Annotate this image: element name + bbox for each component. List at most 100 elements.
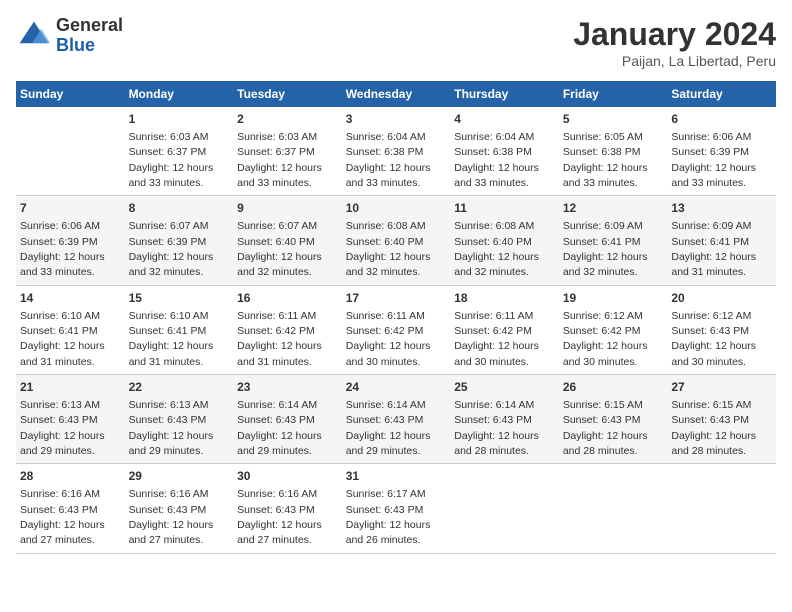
sunrise-text: Sunrise: 6:10 AM: [129, 310, 209, 322]
calendar-cell: 7 Sunrise: 6:06 AM Sunset: 6:39 PM Dayli…: [16, 196, 125, 285]
day-number: 16: [237, 290, 338, 307]
day-number: 19: [563, 290, 664, 307]
sunset-text: Sunset: 6:41 PM: [563, 236, 641, 248]
day-number: 31: [346, 468, 447, 485]
sunrise-text: Sunrise: 6:06 AM: [20, 220, 100, 232]
daylight-text: Daylight: 12 hours and 33 minutes.: [671, 162, 756, 189]
calendar-week-row: 21 Sunrise: 6:13 AM Sunset: 6:43 PM Dayl…: [16, 375, 776, 464]
daylight-text: Daylight: 12 hours and 33 minutes.: [563, 162, 648, 189]
daylight-text: Daylight: 12 hours and 28 minutes.: [671, 430, 756, 457]
logo: GeneralBlue: [16, 16, 123, 56]
logo-icon: [16, 18, 52, 54]
calendar-cell: [667, 464, 776, 553]
calendar-title: January 2024: [573, 16, 776, 53]
sunrise-text: Sunrise: 6:17 AM: [346, 488, 426, 500]
sunrise-text: Sunrise: 6:07 AM: [237, 220, 317, 232]
calendar-cell: 16 Sunrise: 6:11 AM Sunset: 6:42 PM Dayl…: [233, 285, 342, 374]
sunrise-text: Sunrise: 6:04 AM: [454, 131, 534, 143]
weekday-header-wednesday: Wednesday: [342, 81, 451, 107]
calendar-cell: 30 Sunrise: 6:16 AM Sunset: 6:43 PM Dayl…: [233, 464, 342, 553]
calendar-cell: 18 Sunrise: 6:11 AM Sunset: 6:42 PM Dayl…: [450, 285, 559, 374]
daylight-text: Daylight: 12 hours and 33 minutes.: [129, 162, 214, 189]
sunset-text: Sunset: 6:43 PM: [454, 414, 532, 426]
daylight-text: Daylight: 12 hours and 32 minutes.: [237, 251, 322, 278]
calendar-subtitle: Paijan, La Libertad, Peru: [573, 53, 776, 69]
sunrise-text: Sunrise: 6:03 AM: [237, 131, 317, 143]
day-number: 30: [237, 468, 338, 485]
calendar-cell: 1 Sunrise: 6:03 AM Sunset: 6:37 PM Dayli…: [125, 107, 234, 196]
calendar-week-row: 14 Sunrise: 6:10 AM Sunset: 6:41 PM Dayl…: [16, 285, 776, 374]
sunrise-text: Sunrise: 6:03 AM: [129, 131, 209, 143]
daylight-text: Daylight: 12 hours and 31 minutes.: [237, 340, 322, 367]
day-number: 23: [237, 379, 338, 396]
sunset-text: Sunset: 6:43 PM: [346, 504, 424, 516]
calendar-cell: 10 Sunrise: 6:08 AM Sunset: 6:40 PM Dayl…: [342, 196, 451, 285]
sunset-text: Sunset: 6:39 PM: [671, 146, 749, 158]
sunset-text: Sunset: 6:38 PM: [454, 146, 532, 158]
sunset-text: Sunset: 6:43 PM: [671, 325, 749, 337]
daylight-text: Daylight: 12 hours and 29 minutes.: [346, 430, 431, 457]
daylight-text: Daylight: 12 hours and 32 minutes.: [454, 251, 539, 278]
calendar-cell: 29 Sunrise: 6:16 AM Sunset: 6:43 PM Dayl…: [125, 464, 234, 553]
weekday-header-thursday: Thursday: [450, 81, 559, 107]
sunrise-text: Sunrise: 6:10 AM: [20, 310, 100, 322]
sunset-text: Sunset: 6:37 PM: [237, 146, 315, 158]
sunset-text: Sunset: 6:43 PM: [129, 414, 207, 426]
calendar-cell: 26 Sunrise: 6:15 AM Sunset: 6:43 PM Dayl…: [559, 375, 668, 464]
day-number: 13: [671, 200, 772, 217]
calendar-cell: 20 Sunrise: 6:12 AM Sunset: 6:43 PM Dayl…: [667, 285, 776, 374]
daylight-text: Daylight: 12 hours and 30 minutes.: [454, 340, 539, 367]
calendar-cell: 21 Sunrise: 6:13 AM Sunset: 6:43 PM Dayl…: [16, 375, 125, 464]
day-number: 8: [129, 200, 230, 217]
calendar-cell: 14 Sunrise: 6:10 AM Sunset: 6:41 PM Dayl…: [16, 285, 125, 374]
sunset-text: Sunset: 6:42 PM: [563, 325, 641, 337]
sunrise-text: Sunrise: 6:13 AM: [129, 399, 209, 411]
calendar-cell: [450, 464, 559, 553]
sunset-text: Sunset: 6:43 PM: [563, 414, 641, 426]
sunset-text: Sunset: 6:37 PM: [129, 146, 207, 158]
daylight-text: Daylight: 12 hours and 33 minutes.: [20, 251, 105, 278]
daylight-text: Daylight: 12 hours and 30 minutes.: [563, 340, 648, 367]
calendar-cell: 31 Sunrise: 6:17 AM Sunset: 6:43 PM Dayl…: [342, 464, 451, 553]
sunset-text: Sunset: 6:42 PM: [346, 325, 424, 337]
daylight-text: Daylight: 12 hours and 27 minutes.: [129, 519, 214, 546]
page-header: GeneralBlue January 2024 Paijan, La Libe…: [16, 16, 776, 69]
daylight-text: Daylight: 12 hours and 32 minutes.: [129, 251, 214, 278]
calendar-cell: [16, 107, 125, 196]
sunset-text: Sunset: 6:43 PM: [20, 414, 98, 426]
sunset-text: Sunset: 6:40 PM: [237, 236, 315, 248]
day-number: 20: [671, 290, 772, 307]
sunrise-text: Sunrise: 6:11 AM: [346, 310, 425, 322]
sunset-text: Sunset: 6:42 PM: [454, 325, 532, 337]
daylight-text: Daylight: 12 hours and 30 minutes.: [671, 340, 756, 367]
sunrise-text: Sunrise: 6:16 AM: [237, 488, 317, 500]
day-number: 1: [129, 111, 230, 128]
daylight-text: Daylight: 12 hours and 29 minutes.: [129, 430, 214, 457]
day-number: 27: [671, 379, 772, 396]
calendar-cell: 4 Sunrise: 6:04 AM Sunset: 6:38 PM Dayli…: [450, 107, 559, 196]
day-number: 11: [454, 200, 555, 217]
daylight-text: Daylight: 12 hours and 33 minutes.: [237, 162, 322, 189]
daylight-text: Daylight: 12 hours and 31 minutes.: [671, 251, 756, 278]
sunrise-text: Sunrise: 6:12 AM: [671, 310, 751, 322]
day-number: 12: [563, 200, 664, 217]
sunset-text: Sunset: 6:38 PM: [563, 146, 641, 158]
sunrise-text: Sunrise: 6:15 AM: [563, 399, 643, 411]
sunset-text: Sunset: 6:43 PM: [237, 504, 315, 516]
sunrise-text: Sunrise: 6:16 AM: [20, 488, 100, 500]
calendar-week-row: 7 Sunrise: 6:06 AM Sunset: 6:39 PM Dayli…: [16, 196, 776, 285]
calendar-cell: 5 Sunrise: 6:05 AM Sunset: 6:38 PM Dayli…: [559, 107, 668, 196]
sunset-text: Sunset: 6:43 PM: [129, 504, 207, 516]
sunrise-text: Sunrise: 6:11 AM: [454, 310, 533, 322]
calendar-week-row: 28 Sunrise: 6:16 AM Sunset: 6:43 PM Dayl…: [16, 464, 776, 553]
day-number: 25: [454, 379, 555, 396]
calendar-cell: 27 Sunrise: 6:15 AM Sunset: 6:43 PM Dayl…: [667, 375, 776, 464]
sunrise-text: Sunrise: 6:14 AM: [454, 399, 534, 411]
sunset-text: Sunset: 6:40 PM: [346, 236, 424, 248]
day-number: 24: [346, 379, 447, 396]
sunset-text: Sunset: 6:41 PM: [20, 325, 98, 337]
daylight-text: Daylight: 12 hours and 32 minutes.: [346, 251, 431, 278]
daylight-text: Daylight: 12 hours and 31 minutes.: [20, 340, 105, 367]
day-number: 18: [454, 290, 555, 307]
day-number: 21: [20, 379, 121, 396]
